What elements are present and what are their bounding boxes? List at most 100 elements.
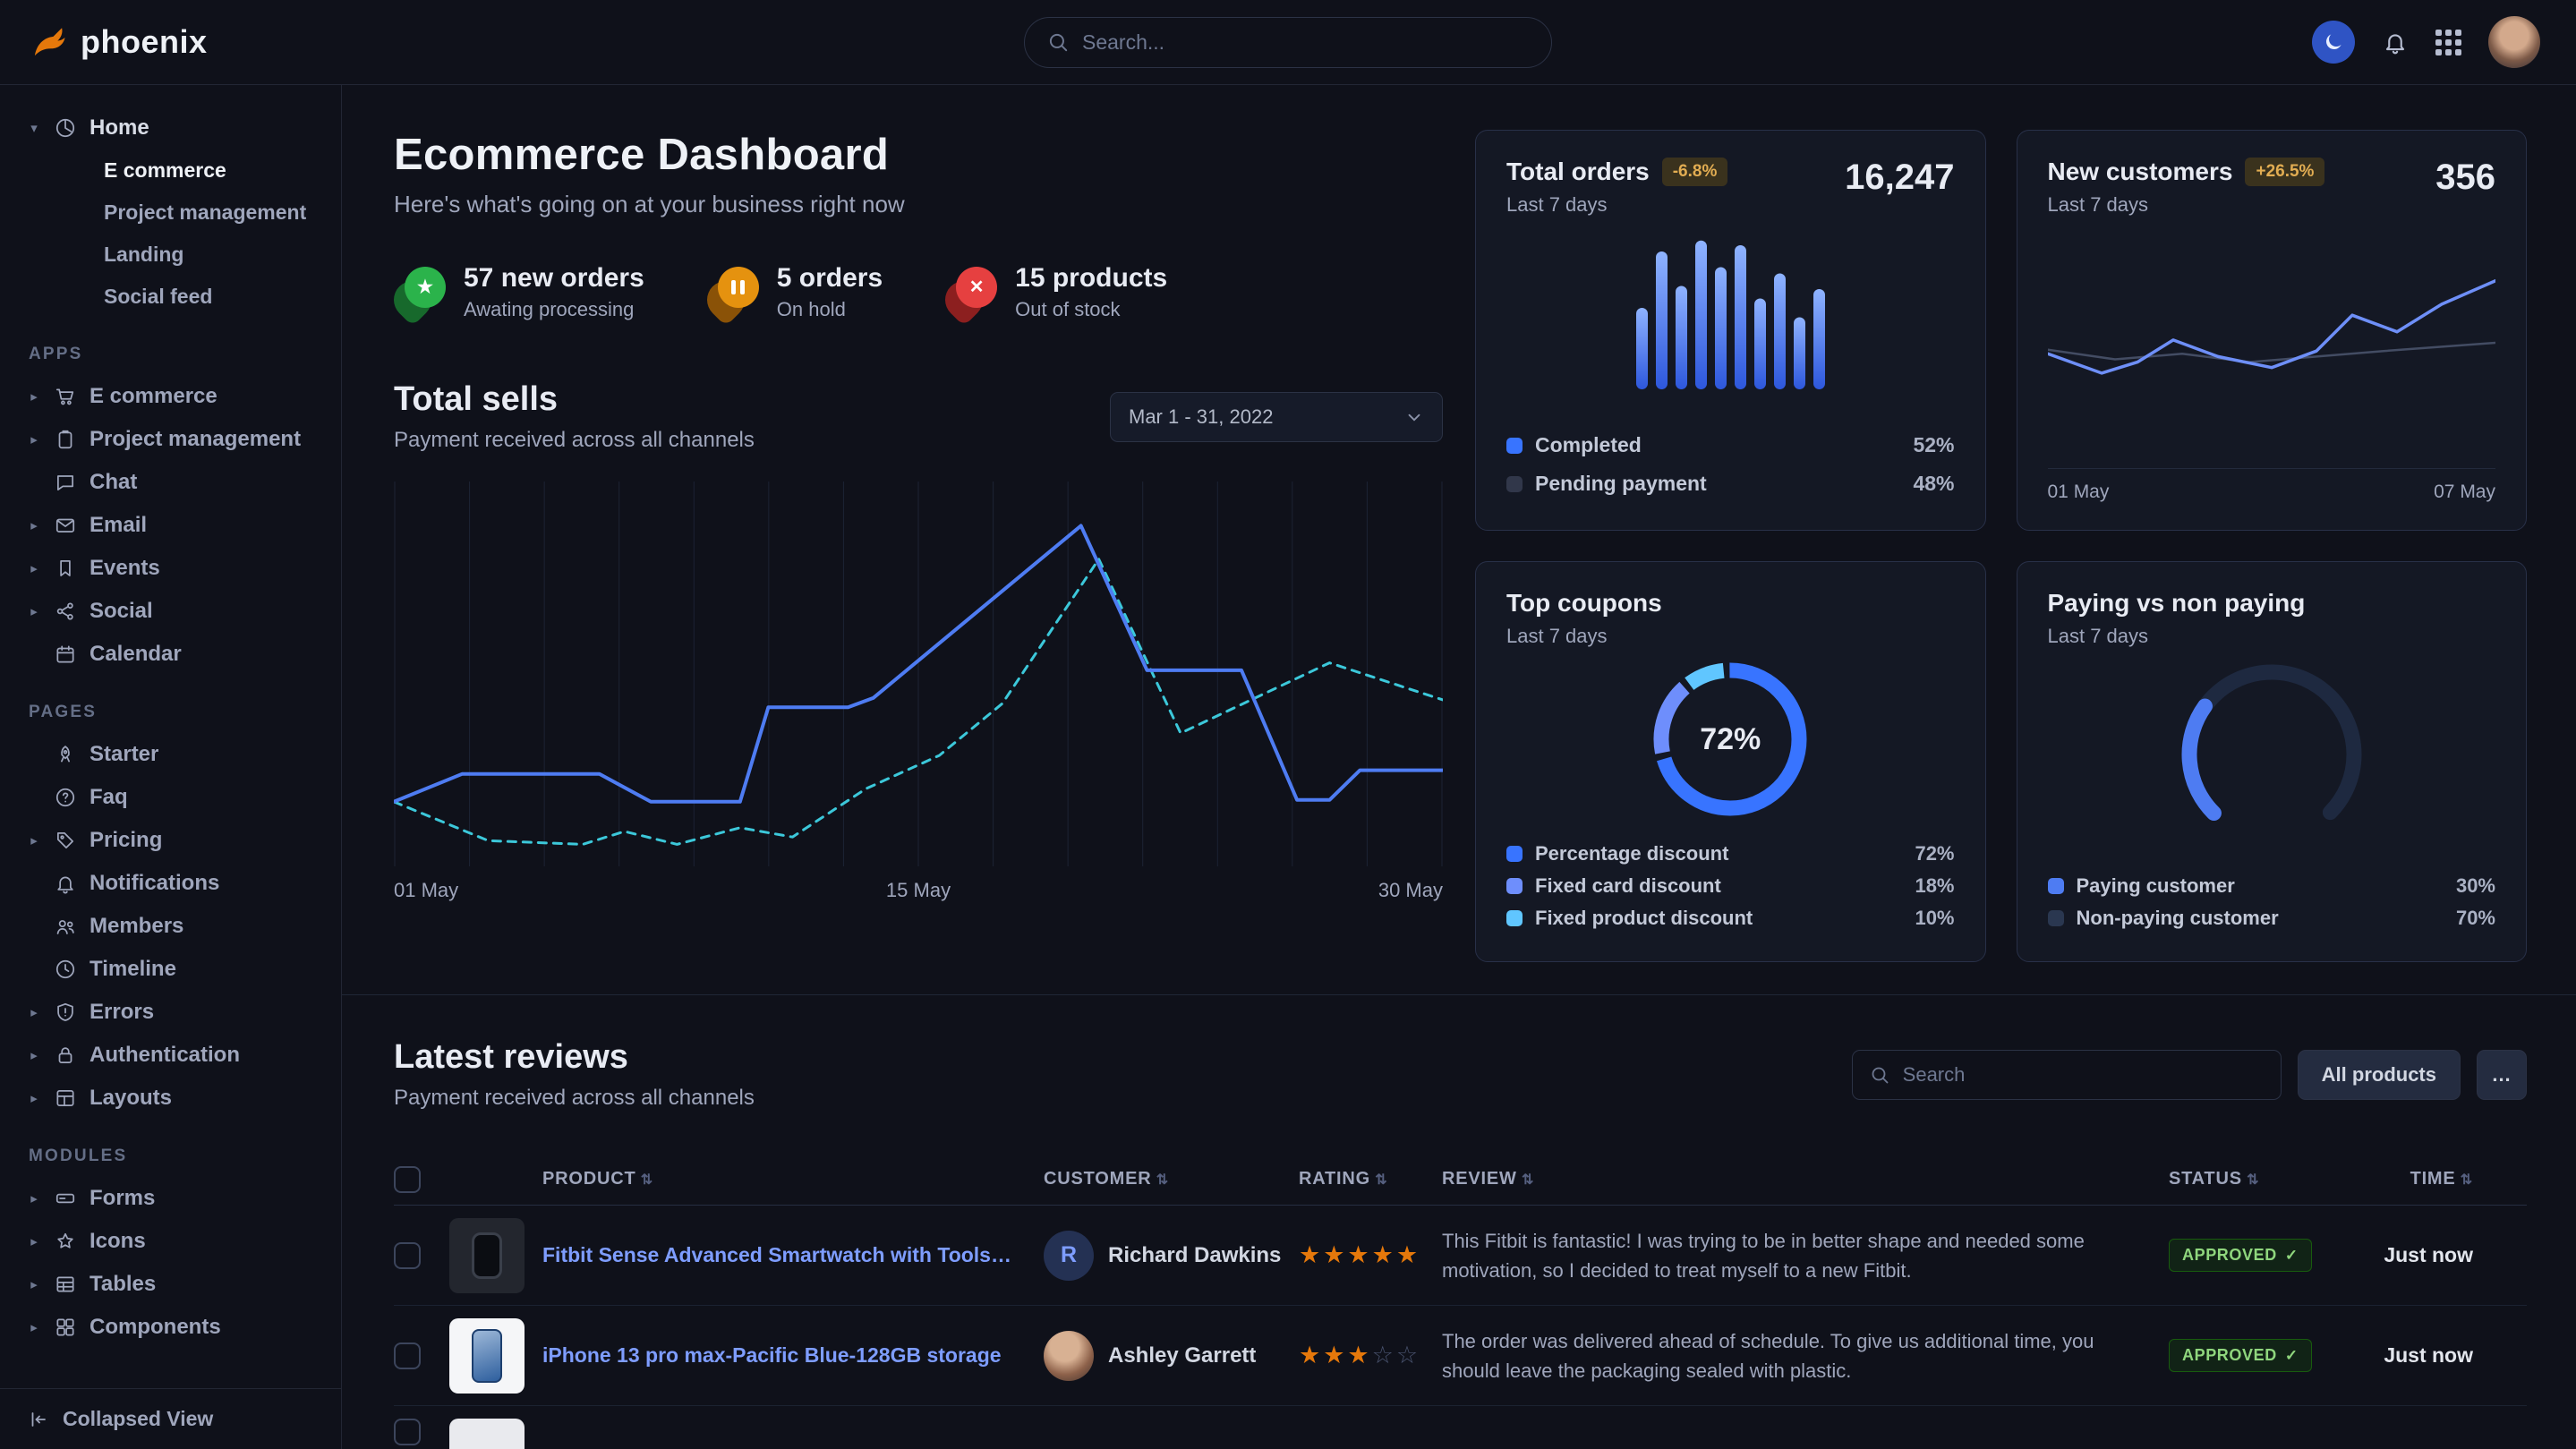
row-checkbox[interactable] (394, 1242, 421, 1269)
product-link[interactable]: Fitbit Sense Advanced Smartwatch with To… (542, 1243, 1044, 1267)
sidebar-item-label: Events (90, 556, 160, 581)
sidebar-item-label: E commerce (90, 384, 218, 409)
sidebar-item-errors[interactable]: ▸Errors (27, 991, 325, 1034)
column-header-product[interactable]: PRODUCT (542, 1169, 1044, 1189)
sidebar-item-email[interactable]: ▸Email (27, 504, 325, 547)
sidebar-item-calendar[interactable]: Calendar (27, 633, 325, 676)
legend-value: 30% (2456, 874, 2495, 898)
column-header-customer[interactable]: CUSTOMER (1044, 1169, 1299, 1189)
sidebar-item-notifications[interactable]: Notifications (27, 862, 325, 905)
product-link[interactable]: iPhone 13 pro max-Pacific Blue-128GB sto… (542, 1343, 1044, 1368)
sidebar-item-members[interactable]: Members (27, 905, 325, 948)
sidebar-item-faq[interactable]: Faq (27, 776, 325, 819)
row-checkbox[interactable] (394, 1342, 421, 1369)
sidebar-item-label: Social (90, 599, 153, 624)
sidebar-item-tables[interactable]: ▸Tables (27, 1263, 325, 1306)
sidebar-item-events[interactable]: ▸ Events (27, 547, 325, 590)
legend-label: Paying customer (2077, 874, 2235, 898)
order-stats: ★ 57 new orders Awating processing 5 ord… (394, 263, 1443, 321)
caret-down-icon: ▾ (27, 120, 41, 136)
row-checkbox[interactable] (394, 1419, 421, 1445)
column-header-time[interactable]: TIME (2364, 1169, 2527, 1189)
sidebar-item-icons[interactable]: ▸Icons (27, 1220, 325, 1263)
column-header-review[interactable]: REVIEW (1442, 1169, 2169, 1189)
all-products-filter-button[interactable]: All products (2298, 1050, 2461, 1100)
check-icon: ✓ (2285, 1347, 2299, 1365)
share-icon (54, 600, 77, 623)
select-all-checkbox[interactable] (394, 1166, 421, 1193)
envelope-icon (54, 514, 77, 537)
sidebar-item-project-management[interactable]: ▸Project management (27, 418, 325, 461)
sidebar-item-e-commerce[interactable]: E commerce (27, 149, 325, 192)
global-search-input[interactable] (1082, 30, 1530, 55)
sidebar-item-label: Home (90, 115, 149, 141)
total-orders-card: Total orders -6.8% Last 7 days 16,247 Co… (1475, 130, 1986, 531)
customer-cell[interactable]: Ashley Garrett (1044, 1331, 1299, 1381)
sidebar-item-pricing[interactable]: ▸Pricing (27, 819, 325, 862)
status-badge: APPROVED ✓ (2169, 1239, 2312, 1272)
column-header-rating[interactable]: RATING (1299, 1169, 1442, 1189)
sidebar-item-starter[interactable]: Starter (27, 733, 325, 776)
sidebar-item-home[interactable]: ▾ Home (27, 107, 325, 149)
caret-right-icon: ▸ (27, 1190, 41, 1206)
new-customers-x-axis: 01 May 07 May (2048, 468, 2496, 503)
sidebar-item-project-management[interactable]: Project management (27, 192, 325, 234)
legend-swatch (1506, 878, 1523, 894)
customer-avatar (1044, 1331, 1094, 1381)
caret-right-icon: ▸ (27, 560, 41, 576)
sidebar-item-e-commerce[interactable]: ▸E commerce (27, 375, 325, 418)
apps-grid-button[interactable] (2435, 30, 2461, 55)
sidebar-item-authentication[interactable]: ▸Authentication (27, 1034, 325, 1077)
star-icon: ★ (405, 267, 446, 308)
column-header-status[interactable]: STATUS (2169, 1169, 2364, 1189)
brand-name[interactable]: phoenix (81, 23, 208, 61)
x-tick: 01 May (2048, 482, 2110, 503)
review-row (394, 1406, 2527, 1449)
user-avatar[interactable] (2488, 16, 2540, 68)
date-range-select[interactable]: Mar 1 - 31, 2022 (1110, 392, 1443, 442)
caret-right-icon: ▸ (27, 832, 41, 848)
stat-out-of-stock: ✕ 15 products Out of stock (945, 263, 1167, 321)
sidebar-item-landing[interactable]: Landing (27, 234, 325, 276)
customer-name: Ashley Garrett (1108, 1343, 1256, 1368)
review-row: iPhone 13 pro max-Pacific Blue-128GB sto… (394, 1306, 2527, 1406)
product-thumbnail (449, 1419, 525, 1449)
collapse-icon (27, 1409, 48, 1430)
review-text: The order was delivered ahead of schedul… (1442, 1326, 2169, 1385)
sidebar-item-label: Notifications (90, 871, 219, 896)
sidebar-item-social-feed[interactable]: Social feed (27, 276, 325, 318)
total-sells-x-axis: 01 May 15 May 30 May (394, 879, 1443, 902)
sidebar-item-social[interactable]: ▸Social (27, 590, 325, 633)
sidebar-item-layouts[interactable]: ▸Layouts (27, 1077, 325, 1120)
reviews-search-input[interactable] (1903, 1063, 2265, 1087)
components-icon (54, 1316, 77, 1339)
phoenix-logo-icon[interactable] (29, 22, 68, 62)
sidebar-item-label: Authentication (90, 1043, 240, 1068)
legend-item: Percentage discount 72% (1506, 838, 1955, 870)
new-customers-line-chart (2048, 217, 2496, 468)
sidebar-item-chat[interactable]: Chat (27, 461, 325, 504)
legend-label: Percentage discount (1535, 842, 1728, 865)
sidebar-item-label: Components (90, 1315, 221, 1340)
theme-toggle-button[interactable] (2312, 21, 2355, 64)
caret-right-icon: ▸ (27, 1276, 41, 1292)
sidebar-item-label: Chat (90, 470, 137, 495)
form-icon (54, 1187, 77, 1210)
collapsed-view-toggle[interactable]: Collapsed View (0, 1388, 341, 1449)
notifications-button[interactable] (2382, 29, 2409, 55)
legend-value: 48% (1913, 472, 1954, 496)
sidebar-sections: APPS▸E commerce▸Project managementChat▸E… (27, 345, 325, 1349)
bookmark-icon (54, 557, 77, 580)
caret-right-icon: ▸ (27, 431, 41, 447)
moon-icon (2322, 30, 2345, 54)
more-options-button[interactable]: ... (2477, 1050, 2527, 1100)
sidebar-nav: ▾ Home E commerceProject managementLandi… (0, 85, 341, 1388)
review-row: Fitbit Sense Advanced Smartwatch with To… (394, 1206, 2527, 1306)
card-period: Last 7 days (1506, 625, 1662, 648)
sidebar-item-timeline[interactable]: Timeline (27, 948, 325, 991)
sidebar-item-components[interactable]: ▸Components (27, 1306, 325, 1349)
customer-cell[interactable]: RRichard Dawkins (1044, 1231, 1299, 1281)
top-coupons-card: Top coupons Last 7 days 72% Percentage d… (1475, 561, 1986, 962)
page-subtitle: Here's what's going on at your business … (394, 191, 1443, 218)
sidebar-item-forms[interactable]: ▸Forms (27, 1177, 325, 1220)
